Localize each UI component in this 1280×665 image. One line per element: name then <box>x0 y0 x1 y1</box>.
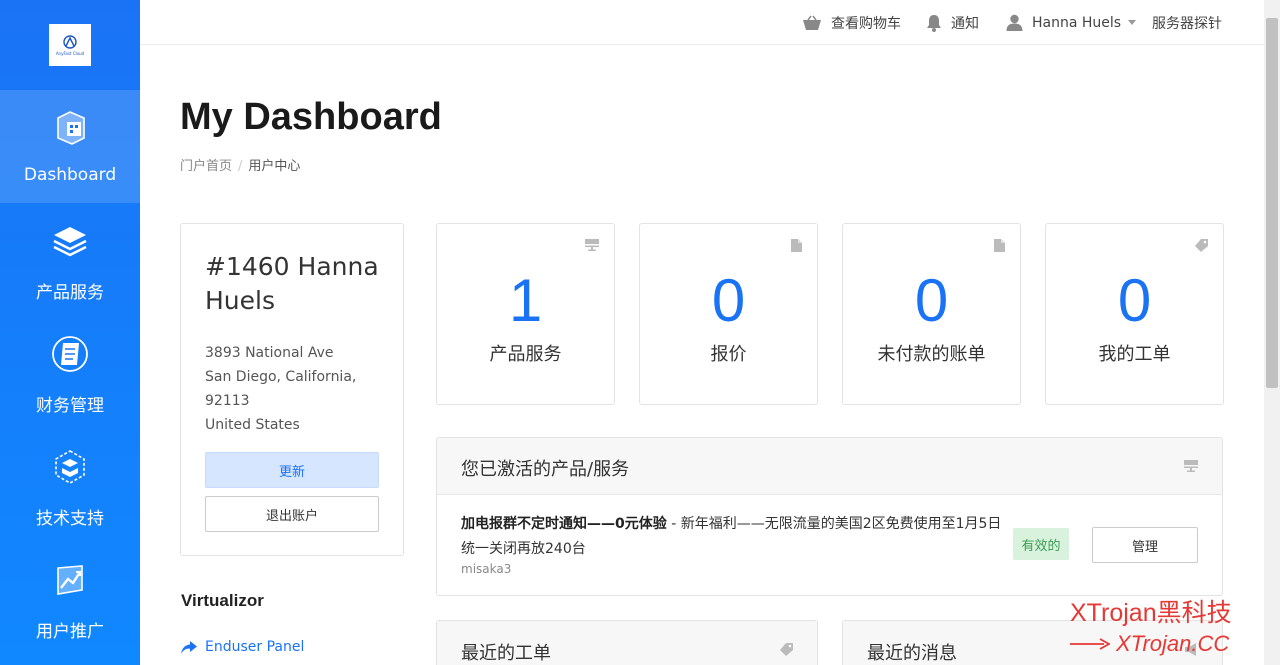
server-icon <box>1184 460 1198 472</box>
sidebar: AnyFast Cloud Dashboard 产品服务 财务管理 技术支持 用… <box>0 0 140 665</box>
address-line: United States <box>205 417 300 433</box>
support-box-icon <box>55 450 85 484</box>
stat-card-tickets[interactable]: 0 我的工单 <box>1045 223 1224 405</box>
basket-icon <box>803 15 821 30</box>
document-icon <box>52 336 88 372</box>
share-arrow-icon <box>181 640 197 654</box>
sidebar-item-label: 产品服务 <box>36 283 104 303</box>
stat-label: 我的工单 <box>1098 344 1171 365</box>
file-icon <box>791 239 802 252</box>
recent-tickets-panel: 最近的工单 <box>436 620 818 665</box>
sidebar-item-support[interactable]: 技术支持 <box>0 429 140 542</box>
status-badge: 有效的 <box>1013 528 1069 560</box>
stat-label: 报价 <box>710 344 747 365</box>
watermark-line1: XTrojan黑科技 <box>1070 599 1232 627</box>
address-line: 92113 <box>205 393 250 409</box>
stat-value: 0 <box>1117 267 1152 334</box>
panel-header: 您已激活的产品/服务 <box>437 438 1222 495</box>
cart-label: 查看购物车 <box>831 15 901 32</box>
probe-label: 服务器探针 <box>1152 15 1222 32</box>
sidebar-item-label: 技术支持 <box>36 509 104 529</box>
address-line: San Diego, California, <box>205 369 357 385</box>
breadcrumb-separator: / <box>238 159 243 174</box>
stat-value: 1 <box>508 267 543 334</box>
tag-icon <box>780 643 793 656</box>
bell-icon <box>927 14 941 32</box>
logout-button[interactable]: 退出账户 <box>205 496 379 532</box>
logo-icon <box>63 34 77 49</box>
panel-title: 最近的工单 <box>461 643 551 664</box>
brand-logo[interactable]: AnyFast Cloud <box>49 24 91 66</box>
sidebar-item-finance[interactable]: 财务管理 <box>0 316 140 429</box>
topbar: 查看购物车 通知 Hanna Huels 服务器探针 <box>140 0 1264 45</box>
client-name: #1460 Hanna Huels <box>205 252 379 315</box>
sidebar-item-label: Dashboard <box>23 165 117 185</box>
user-name: Hanna Huels <box>1032 14 1122 31</box>
service-domain: misaka3 <box>461 562 512 576</box>
server-probe-link[interactable]: 服务器探针 <box>1152 0 1222 45</box>
breadcrumb-current: 用户中心 <box>248 159 301 174</box>
stat-label: 产品服务 <box>489 344 562 365</box>
layers-icon <box>53 227 87 257</box>
panel-title: 最近的消息 <box>867 643 957 664</box>
notifications-link[interactable]: 通知 <box>926 0 979 45</box>
manage-button[interactable]: 管理 <box>1092 527 1198 563</box>
view-cart-link[interactable]: 查看购物车 <box>802 0 901 45</box>
update-button[interactable]: 更新 <box>205 452 379 488</box>
stat-value: 0 <box>914 267 949 334</box>
stat-label: 未付款的账单 <box>877 344 986 365</box>
sidebar-item-affiliate[interactable]: 用户推广 <box>0 542 140 655</box>
client-address: 3893 National Ave San Diego, California,… <box>205 341 395 437</box>
sidebar-item-products[interactable]: 产品服务 <box>0 203 140 316</box>
logo-text: AnyFast Cloud <box>55 50 85 56</box>
address-line: 3893 National Ave <box>205 345 334 361</box>
breadcrumb: 门户首页 / 用户中心 <box>180 155 300 174</box>
scrollbar-thumb[interactable] <box>1266 18 1278 388</box>
watermark-line2: XTrojan.CC <box>1070 631 1232 657</box>
chevron-down-icon <box>1128 20 1137 25</box>
sidebar-item-dashboard[interactable]: Dashboard <box>0 90 140 203</box>
watermark: XTrojan黑科技 XTrojan.CC <box>1070 598 1232 657</box>
service-item[interactable]: 加电报群不定时通知——0元体验 - 新年福利——无限流量的美国2区免费使用至1月… <box>461 512 1006 562</box>
stat-card-services[interactable]: 1 产品服务 <box>436 223 615 405</box>
virtualizor-title: Virtualizor <box>181 591 264 610</box>
server-icon <box>585 239 599 251</box>
profile-card: #1460 Hanna Huels 3893 National Ave San … <box>180 223 404 556</box>
dashboard-icon <box>57 111 85 145</box>
panel-title: 您已激活的产品/服务 <box>461 459 630 480</box>
page-title: My Dashboard <box>180 96 442 138</box>
stat-card-unpaid-invoices[interactable]: 0 未付款的账单 <box>842 223 1021 405</box>
notify-label: 通知 <box>951 15 979 32</box>
scrollbar[interactable] <box>1264 0 1280 665</box>
user-icon <box>1006 14 1023 31</box>
chart-icon <box>57 565 83 595</box>
file-icon <box>994 239 1005 252</box>
breadcrumb-home[interactable]: 门户首页 <box>180 159 232 174</box>
arrow-right-icon <box>1070 638 1110 650</box>
enduser-panel-link[interactable]: Enduser Panel <box>181 639 304 655</box>
active-services-panel: 您已激活的产品/服务 加电报群不定时通知——0元体验 - 新年福利——无限流量的… <box>436 437 1223 596</box>
tag-icon <box>1195 239 1208 252</box>
enduser-panel-label: Enduser Panel <box>205 639 305 655</box>
user-menu[interactable]: Hanna Huels <box>1006 0 1137 45</box>
stat-card-quotes[interactable]: 0 报价 <box>639 223 818 405</box>
watermark-url: XTrojan.CC <box>1116 631 1230 656</box>
sidebar-item-label: 财务管理 <box>36 396 104 416</box>
sidebar-item-label: 用户推广 <box>36 622 104 642</box>
service-name: 加电报群不定时通知——0元体验 <box>461 516 667 532</box>
panel-header: 最近的工单 <box>437 621 817 665</box>
stat-value: 0 <box>711 267 746 334</box>
